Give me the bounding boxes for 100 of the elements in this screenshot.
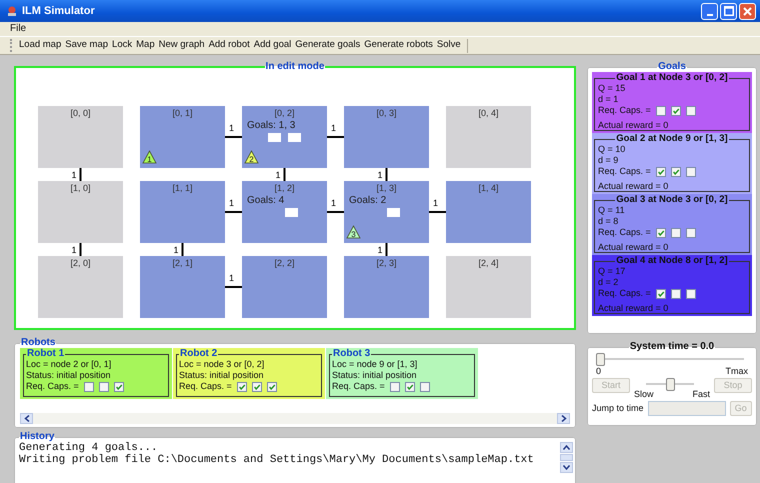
window-title: ILM Simulator (22, 4, 95, 19)
goal-q: Q = 17 (598, 266, 626, 277)
fast-label: Fast (692, 389, 710, 400)
minimize-icon (706, 14, 712, 16)
checkbox[interactable] (670, 228, 681, 238)
map-node[interactable] (140, 181, 225, 243)
map-node[interactable] (242, 106, 327, 168)
node-label: [2, 2] (274, 258, 294, 268)
checkbox[interactable] (656, 166, 666, 176)
speed-slider[interactable] (646, 378, 694, 391)
checkbox[interactable] (236, 382, 247, 392)
close-button[interactable] (739, 2, 756, 20)
checkbox[interactable] (420, 382, 430, 392)
map-node[interactable] (446, 106, 531, 168)
toolbar-button[interactable]: Add goal (252, 38, 294, 53)
goal-reward: Actual reward = 0 (598, 120, 670, 131)
checkbox[interactable] (98, 382, 109, 392)
map-node[interactable] (242, 181, 327, 243)
checkbox[interactable] (670, 288, 681, 298)
checkbox[interactable] (84, 382, 94, 392)
scroll-up-button[interactable] (560, 442, 573, 453)
map-node[interactable] (38, 106, 123, 168)
edge-weight: 1 (378, 170, 383, 180)
horizontal-scrollbar[interactable] (20, 413, 570, 424)
edge-weight: 1 (229, 123, 234, 133)
goal-marker (288, 133, 301, 142)
edge-weight: 1 (229, 198, 234, 208)
sim-button: Stop (714, 378, 752, 393)
slider-thumb[interactable] (666, 378, 674, 391)
checkbox[interactable] (390, 382, 400, 392)
edge-weight: 1 (331, 123, 336, 133)
edge-weight: 1 (72, 245, 77, 255)
vertical-scrollbar[interactable] (560, 442, 573, 473)
checkbox[interactable] (670, 166, 681, 176)
checkbox[interactable] (686, 228, 696, 238)
toolbar-button[interactable]: Add robot (206, 38, 252, 53)
node-label: [0, 3] (376, 108, 396, 118)
checkbox[interactable] (404, 382, 415, 392)
menu-item[interactable]: File (10, 22, 26, 36)
checkbox[interactable] (686, 166, 696, 176)
robot-title: Robot 3 (332, 349, 372, 359)
map-node[interactable] (38, 256, 123, 318)
toolbar-button[interactable]: Generate goals (293, 38, 362, 53)
node-label: [2, 4] (478, 258, 498, 268)
toolbar-button[interactable]: New graph (156, 38, 207, 53)
scroll-left-button[interactable] (20, 413, 33, 424)
edge-weight: 1 (72, 170, 77, 180)
map-node[interactable] (344, 106, 429, 168)
map-node[interactable] (242, 256, 327, 318)
max-label: Tmax (726, 366, 748, 377)
app-icon (6, 5, 18, 17)
toolbar-button[interactable]: Save map (63, 38, 110, 53)
map-node[interactable] (140, 256, 225, 318)
toolbar-button[interactable]: Generate robots (362, 38, 435, 53)
slider-thumb[interactable] (596, 353, 605, 366)
minimize-button[interactable] (701, 2, 718, 20)
scroll-right-button[interactable] (557, 413, 570, 424)
toolbar-button[interactable]: Lock (110, 38, 134, 53)
history-line: Generating 4 goals... (19, 442, 159, 454)
scroll-thumb[interactable] (560, 454, 573, 461)
toolbar-button[interactable]: Load map (17, 38, 64, 53)
checkbox[interactable] (266, 382, 277, 392)
node-label: [1, 1] (172, 183, 192, 193)
map-node[interactable] (344, 256, 429, 318)
robot-number: 2 (249, 155, 254, 164)
goal-marker (268, 133, 281, 142)
robot-location: Loc = node 9 or [1, 3] (332, 359, 418, 370)
time-slider[interactable] (596, 353, 744, 366)
checkbox[interactable] (686, 106, 696, 116)
checkbox[interactable] (656, 106, 666, 116)
map-node[interactable] (38, 181, 123, 243)
robot-number: 1 (147, 155, 152, 164)
edge-weight: 1 (174, 245, 179, 255)
goal-q: Q = 11 (598, 205, 626, 216)
node-label: [2, 3] (376, 258, 396, 268)
toolbar-grip[interactable] (10, 39, 13, 52)
edge-weight: 1 (229, 273, 234, 283)
node-goals: Goals: 4 (247, 195, 284, 206)
map-node[interactable] (140, 106, 225, 168)
toolbar-button[interactable]: Solve (434, 38, 463, 53)
map-node[interactable] (344, 181, 429, 243)
caps-label: Req. Caps. = (26, 381, 79, 392)
checkbox[interactable] (656, 228, 666, 238)
scroll-down-button[interactable] (560, 462, 573, 473)
checkbox[interactable] (670, 106, 681, 116)
map-node[interactable] (446, 181, 531, 243)
map-node[interactable] (446, 256, 531, 318)
panel-title: Goals (657, 62, 687, 72)
node-label: [0, 0] (70, 108, 90, 118)
toolbar-button[interactable]: Map (134, 38, 157, 53)
edge-weight: 1 (378, 245, 383, 255)
min-label: 0 (596, 366, 602, 377)
edge-line (386, 168, 388, 181)
checkbox[interactable] (114, 382, 124, 392)
goal-title: Goal 2 at Node 9 or [1, 3] (615, 134, 729, 144)
checkbox[interactable] (252, 382, 262, 392)
maximize-button[interactable] (720, 2, 737, 20)
jump-label: Jump to time (592, 403, 644, 414)
checkbox[interactable] (656, 288, 666, 298)
checkbox[interactable] (686, 288, 696, 298)
